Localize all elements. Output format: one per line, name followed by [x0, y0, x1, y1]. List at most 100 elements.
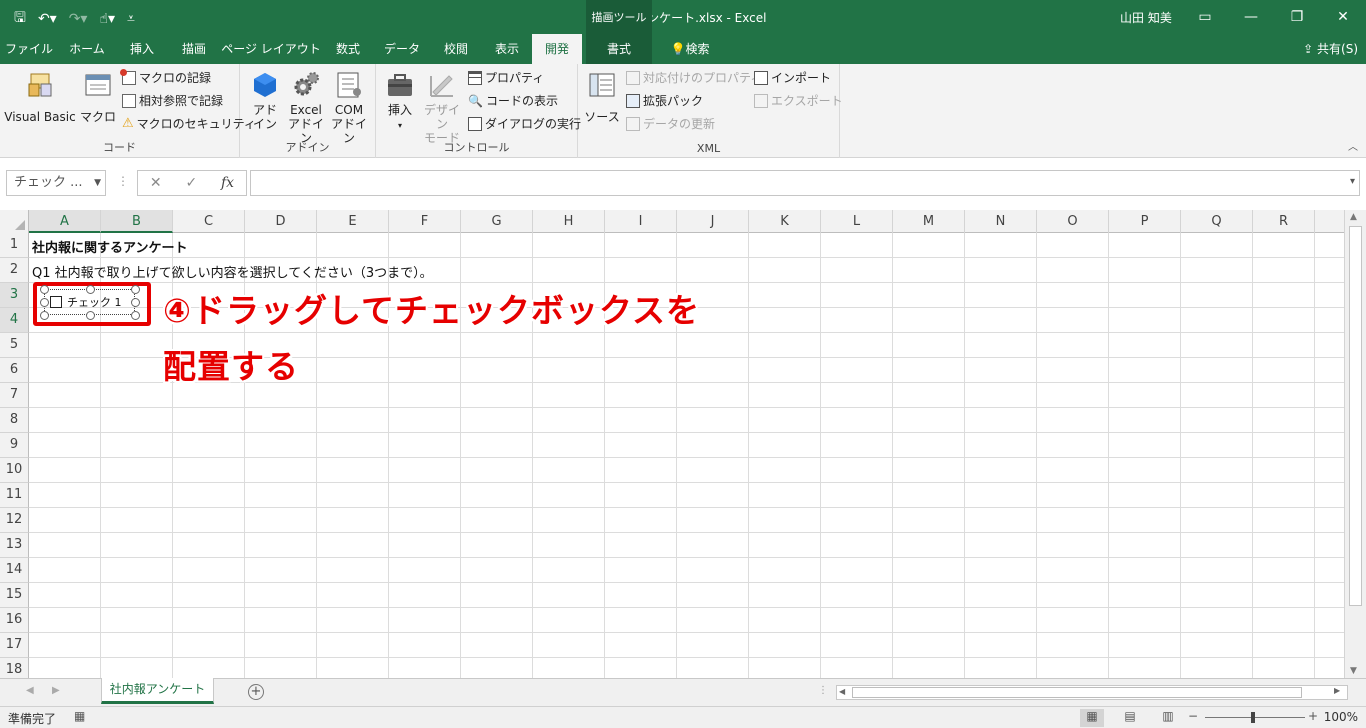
zoom-slider[interactable]	[1205, 717, 1305, 718]
undo-icon[interactable]: ↶▾	[38, 11, 57, 27]
add-sheet-icon[interactable]: +	[248, 684, 264, 700]
tab-splitter-icon[interactable]: ⋮	[818, 685, 828, 696]
column-header-q[interactable]: Q	[1181, 210, 1253, 233]
tab-draw[interactable]: 描画	[168, 34, 220, 64]
row-header-12[interactable]: 12	[0, 508, 29, 533]
horizontal-scrollbar[interactable]: ◀	[836, 685, 1348, 700]
touch-mode-icon[interactable]: ☝▾	[99, 11, 115, 27]
tell-me-search[interactable]: 💡検索	[660, 34, 720, 64]
resize-handle[interactable]	[86, 311, 95, 320]
chevron-down-icon[interactable]: ▼	[94, 171, 101, 195]
column-header-r[interactable]: R	[1253, 210, 1315, 233]
scroll-thumb[interactable]	[1349, 226, 1362, 606]
zoom-in-icon[interactable]: +	[1308, 709, 1318, 723]
resize-handle[interactable]	[86, 285, 95, 294]
hscroll-thumb[interactable]	[852, 687, 1302, 698]
cell-a2[interactable]: Q1 社内報で取り上げて欲しい内容を選択してください（3つまで）。	[32, 262, 433, 281]
resize-handle[interactable]	[40, 311, 49, 320]
redo-icon[interactable]: ↷▾	[69, 11, 88, 27]
row-header-10[interactable]: 10	[0, 458, 29, 483]
checkbox-control[interactable]: チェック 1	[40, 285, 140, 320]
design-mode-button[interactable]: デザイン モード	[420, 70, 464, 145]
scroll-up-icon[interactable]: ▲	[1350, 212, 1357, 222]
restore-icon[interactable]: ❐	[1274, 0, 1320, 34]
insert-control-button[interactable]: 挿入 ▾	[382, 70, 418, 133]
normal-view-icon[interactable]: ▦	[1080, 709, 1104, 727]
row-header-17[interactable]: 17	[0, 633, 29, 658]
refresh-data-button[interactable]: データの更新	[626, 114, 715, 134]
column-header-n[interactable]: N	[965, 210, 1037, 233]
row-header-7[interactable]: 7	[0, 383, 29, 408]
formula-bar-splitter-icon[interactable]: ⋮	[117, 174, 129, 188]
column-header-c[interactable]: C	[173, 210, 245, 233]
properties-button[interactable]: プロパティ	[468, 68, 544, 88]
column-header-p[interactable]: P	[1109, 210, 1181, 233]
checkbox-square[interactable]	[50, 296, 62, 308]
column-header-i[interactable]: I	[605, 210, 677, 233]
row-header-5[interactable]: 5	[0, 333, 29, 358]
run-dialog-button[interactable]: ダイアログの実行	[468, 114, 581, 134]
resize-handle[interactable]	[40, 285, 49, 294]
cell-a1[interactable]: 社内報に関するアンケート	[32, 237, 187, 256]
ribbon-display-options-icon[interactable]: ▭	[1182, 0, 1228, 34]
zoom-out-icon[interactable]: −	[1188, 709, 1198, 723]
tab-view[interactable]: 表示	[482, 34, 532, 64]
column-header-g[interactable]: G	[461, 210, 533, 233]
view-code-button[interactable]: 🔍 コードの表示	[468, 91, 558, 111]
row-header-9[interactable]: 9	[0, 433, 29, 458]
macros-button[interactable]: マクロ	[80, 70, 116, 124]
tab-insert[interactable]: 挿入	[116, 34, 168, 64]
next-sheet-icon[interactable]: ▶	[52, 685, 60, 696]
tab-data[interactable]: データ	[374, 34, 430, 64]
scroll-left-icon[interactable]: ◀	[839, 687, 845, 696]
select-all-button[interactable]	[0, 210, 29, 233]
save-icon[interactable]: 🖫	[14, 7, 26, 31]
column-header-f[interactable]: F	[389, 210, 461, 233]
macro-security-button[interactable]: ⚠ マクロのセキュリティ	[122, 114, 256, 134]
cancel-icon[interactable]: ✕	[150, 175, 162, 191]
collapse-ribbon-icon[interactable]: ︿	[1348, 138, 1358, 153]
row-header-16[interactable]: 16	[0, 608, 29, 633]
macro-recording-icon[interactable]: ▦	[74, 709, 85, 723]
column-header-a[interactable]: A	[29, 210, 101, 233]
map-properties-button[interactable]: 対応付けのプロパティ	[626, 68, 762, 88]
minimize-icon[interactable]: —	[1228, 0, 1274, 34]
column-header-m[interactable]: M	[893, 210, 965, 233]
expand-formula-bar-icon[interactable]: ▾	[1350, 176, 1355, 187]
scroll-right-icon[interactable]: ▶	[1334, 686, 1340, 695]
column-header-k[interactable]: K	[749, 210, 821, 233]
tab-formulas[interactable]: 数式	[322, 34, 374, 64]
addins-button[interactable]: アド イン	[248, 70, 282, 131]
column-header-b[interactable]: B	[101, 210, 173, 233]
expansion-packs-button[interactable]: 拡張パック	[626, 91, 703, 111]
visual-basic-button[interactable]: Visual Basic	[4, 70, 76, 124]
row-header-3[interactable]: 3	[0, 283, 29, 308]
row-header-15[interactable]: 15	[0, 583, 29, 608]
column-header-l[interactable]: L	[821, 210, 893, 233]
enter-icon[interactable]: ✓	[185, 175, 197, 191]
user-name[interactable]: 山田 知美	[1120, 9, 1172, 26]
column-header-d[interactable]: D	[245, 210, 317, 233]
zoom-level[interactable]: 100%	[1324, 710, 1358, 724]
com-addins-button[interactable]: COM アドイン	[328, 70, 370, 145]
page-layout-view-icon[interactable]: ▤	[1118, 709, 1142, 727]
row-header-6[interactable]: 6	[0, 358, 29, 383]
import-button[interactable]: インポート	[754, 68, 831, 88]
row-header-8[interactable]: 8	[0, 408, 29, 433]
export-button[interactable]: エクスポート	[754, 91, 843, 111]
customize-qat-icon[interactable]: ⩡	[127, 11, 135, 27]
scroll-down-icon[interactable]: ▼	[1350, 666, 1357, 676]
sheet-tab-active[interactable]: 社内報アンケート	[101, 678, 214, 704]
share-button[interactable]: ⇪ 共有(S)	[1303, 34, 1358, 64]
zoom-slider-thumb[interactable]	[1251, 712, 1255, 723]
row-header-18[interactable]: 18	[0, 658, 29, 678]
prev-sheet-icon[interactable]: ◀	[26, 685, 34, 696]
column-header-o[interactable]: O	[1037, 210, 1109, 233]
resize-handle[interactable]	[131, 298, 140, 307]
tab-review[interactable]: 校閲	[430, 34, 482, 64]
xml-source-button[interactable]: ソース	[584, 70, 620, 124]
page-break-view-icon[interactable]: ▥	[1156, 709, 1180, 727]
relative-reference-button[interactable]: 相対参照で記録	[122, 91, 223, 111]
row-header-2[interactable]: 2	[0, 258, 29, 283]
close-icon[interactable]: ✕	[1320, 0, 1366, 34]
